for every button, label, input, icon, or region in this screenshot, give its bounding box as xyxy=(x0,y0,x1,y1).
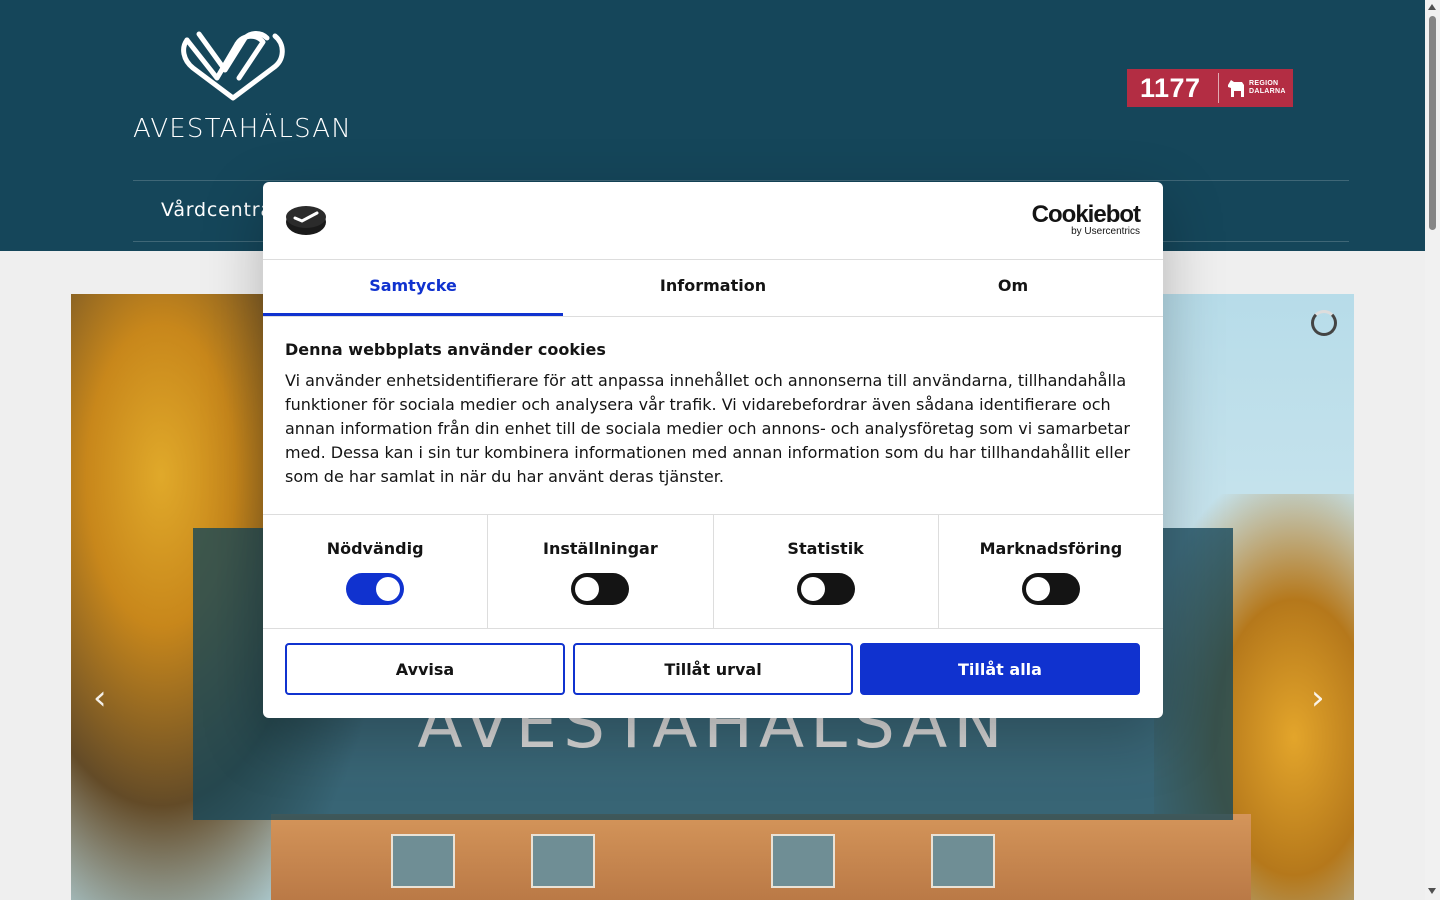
1177-region-dalarna-badge[interactable]: 1177 REGION DALARNA xyxy=(1127,69,1293,107)
toggle-marknadsforing[interactable] xyxy=(1021,573,1080,605)
dialog-heading: Denna webbplats använder cookies xyxy=(285,340,606,359)
toggle-label-nodvandig: Nödvändig xyxy=(326,539,424,558)
dialog-body: Denna webbplats använder cookies Vi anvä… xyxy=(285,340,1145,489)
badge-region-line2: DALARNA xyxy=(1249,88,1286,95)
toggle-nodvandig[interactable] xyxy=(346,573,405,605)
building-window xyxy=(531,834,595,888)
page-scrollbar[interactable] xyxy=(1425,0,1440,900)
toggle-group-marknadsforing: Marknadsföring xyxy=(939,515,1163,628)
allow-selection-button[interactable]: Tillåt urval xyxy=(573,643,853,695)
avestahalsan-logo[interactable]: AVESTAHÄLSAN xyxy=(133,30,351,144)
building-window xyxy=(931,834,995,888)
badge-number: 1177 xyxy=(1140,72,1201,103)
nav-item-vardcentral[interactable]: Vårdcentral xyxy=(161,199,279,221)
tab-information[interactable]: Information xyxy=(563,260,863,316)
consent-toggles: Nödvändig Inställningar Statistik Markna… xyxy=(263,514,1163,629)
nav-divider-top xyxy=(133,180,1349,181)
badge-separator xyxy=(1218,73,1219,103)
toggle-label-installningar: Inställningar xyxy=(543,539,658,558)
building-window xyxy=(771,834,835,888)
toggle-knob xyxy=(575,577,600,601)
toggle-installningar[interactable] xyxy=(571,573,630,605)
tab-samtycke[interactable]: Samtycke xyxy=(263,260,563,316)
cookiebot-brand-name: Cookiebot xyxy=(1031,201,1141,228)
logo-text: AVESTAHÄLSAN xyxy=(133,114,352,144)
building-window xyxy=(391,834,455,888)
toggle-group-statistik: Statistik xyxy=(714,515,939,628)
badge-region-text: REGION DALARNA xyxy=(1249,80,1286,96)
reject-button[interactable]: Avvisa xyxy=(285,643,565,695)
cookiebot-brand[interactable]: Cookiebot by Usercentrics xyxy=(1031,201,1141,238)
scroll-up-arrow-icon[interactable] xyxy=(1428,4,1436,10)
tab-om[interactable]: Om xyxy=(863,260,1163,316)
scroll-thumb[interactable] xyxy=(1429,16,1436,230)
scroll-down-arrow-icon[interactable] xyxy=(1428,888,1436,894)
cookie-consent-dialog: Cookiebot by Usercentrics Samtycke Infor… xyxy=(263,182,1163,718)
badge-region-line1: REGION xyxy=(1249,80,1279,87)
toggle-knob xyxy=(800,577,825,601)
toggle-group-nodvandig: Nödvändig xyxy=(263,515,489,628)
dialog-description: Vi använder enhetsidentifierare för att … xyxy=(285,371,1131,486)
toggle-label-statistik: Statistik xyxy=(787,539,864,558)
slider-next-arrow-icon[interactable]: › xyxy=(1311,678,1325,718)
dialog-tabs: Samtycke Information Om xyxy=(263,260,1163,317)
slider-prev-arrow-icon[interactable]: ‹ xyxy=(93,678,107,718)
toggle-statistik[interactable] xyxy=(796,573,855,605)
toggle-group-installningar: Inställningar xyxy=(488,515,714,628)
toggle-knob xyxy=(376,577,401,601)
toggle-label-marknadsforing: Marknadsföring xyxy=(979,539,1123,558)
dala-horse-icon xyxy=(1228,80,1244,97)
dialog-header: Cookiebot by Usercentrics xyxy=(263,182,1163,260)
heart-logo-icon xyxy=(181,31,285,101)
cookiebot-logo-icon xyxy=(286,206,326,235)
loading-spinner-icon xyxy=(1311,310,1337,336)
toggle-knob xyxy=(1025,577,1050,601)
allow-all-button[interactable]: Tillåt alla xyxy=(860,643,1140,695)
